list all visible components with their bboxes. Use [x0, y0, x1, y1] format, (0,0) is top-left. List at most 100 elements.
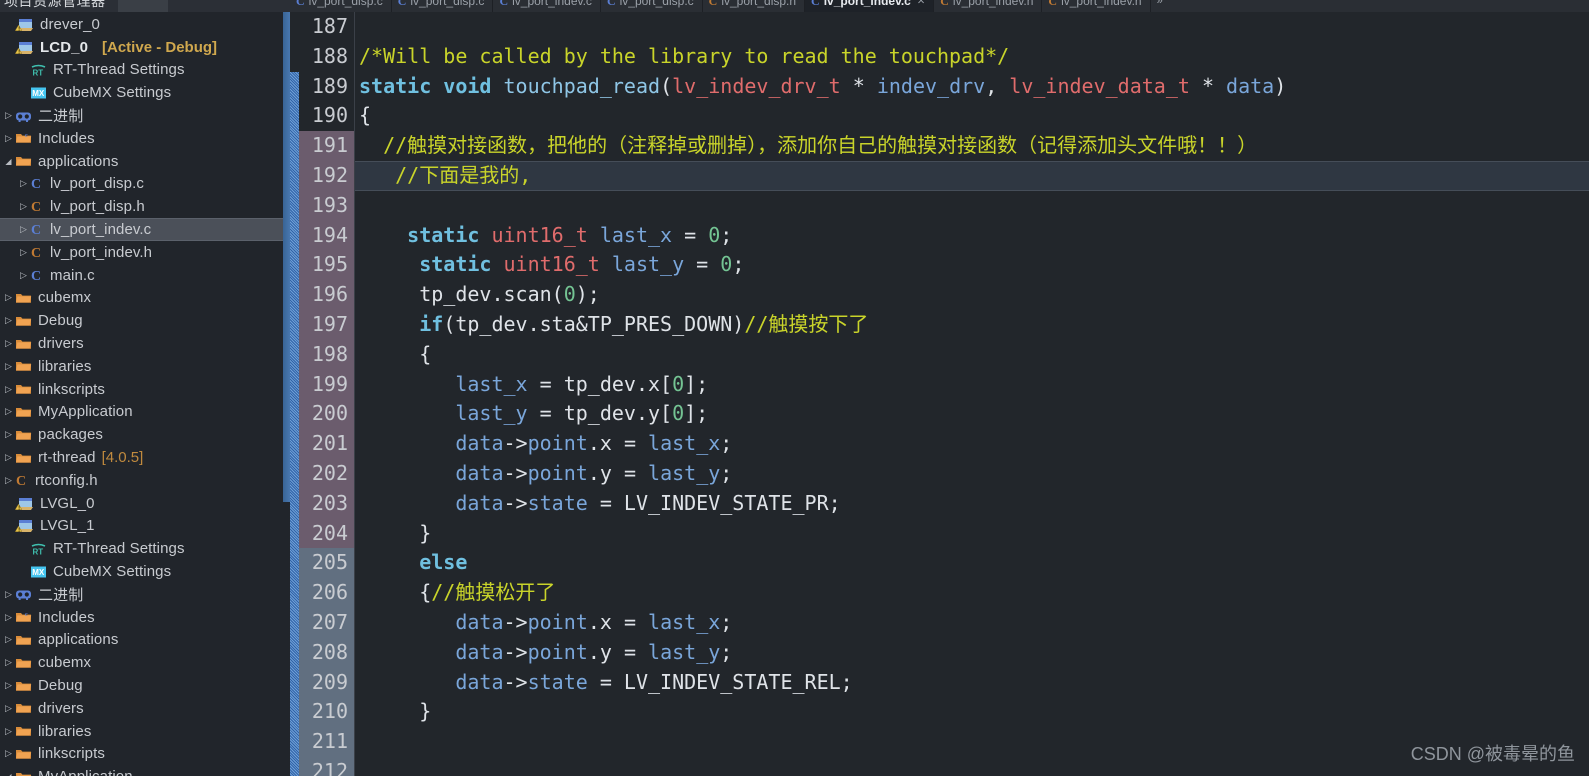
chevron-right-icon[interactable] [2, 681, 15, 690]
line-number[interactable]: 210 [299, 697, 354, 728]
line-number[interactable]: 195 [299, 250, 354, 281]
code-line[interactable]: //触摸对接函数，把他的（注释掉或删掉），添加你自己的触摸对接函数（记得添加头文… [355, 131, 1589, 161]
tree-item-drever-0[interactable]: ! drever_0 [0, 13, 290, 36]
chevron-right-icon[interactable] [2, 362, 15, 371]
sidebar-scrollbar-thumb[interactable] [283, 12, 290, 502]
tree-item-lv-port-disp-c[interactable]: Clv_port_disp.c [0, 173, 290, 196]
tree-item-drivers[interactable]: drivers [0, 697, 290, 720]
line-number[interactable]: 201 [299, 429, 354, 459]
chevron-right-icon[interactable] [2, 590, 15, 599]
tree-item-libraries[interactable]: libraries [0, 355, 290, 378]
tree-item-lvgl-0[interactable]: ! LVGL_0 [0, 492, 290, 515]
code-line[interactable]: /*Will be called by the library to read … [355, 42, 1589, 72]
code-line[interactable] [355, 12, 1589, 42]
editor-tab-lv_port_indev-c[interactable]: Clv_port_indev.c ✕ [805, 0, 935, 12]
line-number[interactable]: 202 [299, 458, 354, 489]
code-line[interactable]: { [355, 340, 1589, 370]
chevron-right-icon[interactable] [2, 407, 15, 416]
chevron-down-icon[interactable] [2, 772, 15, 776]
line-number[interactable]: 193 [299, 190, 354, 221]
code-line[interactable]: last_x = tp_dev.x[0]; [355, 370, 1589, 400]
code-line[interactable]: {//触摸松开了 [355, 578, 1589, 608]
line-number[interactable]: 188 [299, 42, 354, 72]
code-line[interactable]: if(tp_dev.sta&TP_PRES_DOWN)//触摸按下了 [355, 310, 1589, 340]
editor-tab-lv_port_disp-c[interactable]: Clv_port_disp.c [290, 0, 392, 12]
line-number[interactable]: 192 [299, 160, 354, 191]
line-number[interactable]: 198 [299, 339, 354, 370]
code-text-area[interactable]: /*Will be called by the library to read … [354, 12, 1589, 776]
chevron-right-icon[interactable] [2, 134, 15, 143]
code-line[interactable]: data->point.y = last_y; [355, 638, 1589, 668]
project-tree[interactable]: ! drever_0! LCD_0 [Active - Debug] RT RT-Thre… [0, 12, 290, 776]
tree-item-myapplication[interactable]: MyApplication [0, 401, 290, 424]
line-number[interactable]: 187 [299, 12, 354, 42]
code-line[interactable] [355, 727, 1589, 757]
code-line[interactable]: static uint16_t last_y = 0; [355, 250, 1589, 280]
tree-item-cubemx[interactable]: cubemx [0, 287, 290, 310]
line-number-gutter[interactable]: 187 188 189 190 191 192 193 194 195 196 197 198 199 2… [299, 12, 354, 776]
tree-item-packages[interactable]: packages [0, 423, 290, 446]
chevron-right-icon[interactable] [2, 316, 15, 325]
line-number[interactable]: 204 [299, 518, 354, 549]
chevron-right-icon[interactable] [2, 635, 15, 644]
line-number[interactable]: 208 [299, 637, 354, 668]
chevron-right-icon[interactable] [17, 179, 30, 188]
chevron-right-icon[interactable] [2, 111, 15, 120]
chevron-right-icon[interactable] [2, 476, 15, 485]
line-number[interactable]: 212 [299, 756, 354, 776]
tree-item-[interactable]: 二进制 [0, 583, 290, 606]
editor-tab-lv_port_indev-c[interactable]: Clv_port_indev.c [493, 0, 601, 12]
line-number[interactable]: 205 [299, 548, 354, 579]
line-number[interactable]: 190 [299, 101, 354, 131]
line-number[interactable]: 199 [299, 369, 354, 400]
tree-item-lcd-0[interactable]: ! LCD_0 [Active - Debug] [0, 36, 290, 59]
chevron-right-icon[interactable] [2, 430, 15, 439]
tree-item-applications[interactable]: applications [0, 629, 290, 652]
tree-item-rt-thread-settings[interactable]: RT RT-Thread Settings [0, 59, 290, 82]
tree-item-applications[interactable]: applications [0, 150, 290, 173]
line-number[interactable]: 194 [299, 220, 354, 251]
code-line[interactable]: } [355, 697, 1589, 727]
tree-item-drivers[interactable]: drivers [0, 332, 290, 355]
tree-item-cubemx-settings[interactable]: MX CubeMX Settings [0, 560, 290, 583]
panel-tab-chip[interactable] [118, 0, 168, 12]
close-icon[interactable]: ✕ [917, 0, 925, 7]
code-line[interactable]: data->point.x = last_x; [355, 608, 1589, 638]
tree-item-debug[interactable]: Debug [0, 674, 290, 697]
tree-item-rt-thread[interactable]: rt-thread [4.0.5] [0, 446, 290, 469]
code-line[interactable] [355, 757, 1589, 776]
code-line[interactable]: tp_dev.scan(0); [355, 280, 1589, 310]
tree-item-lv-port-disp-h[interactable]: Clv_port_disp.h [0, 195, 290, 218]
tree-item-lv-port-indev-h[interactable]: Clv_port_indev.h [0, 241, 290, 264]
line-number[interactable]: 189 [299, 72, 354, 102]
chevron-right-icon[interactable] [17, 225, 30, 234]
code-line[interactable]: last_y = tp_dev.y[0]; [355, 399, 1589, 429]
tree-item-cubemx-settings[interactable]: MX CubeMX Settings [0, 81, 290, 104]
chevron-right-icon[interactable] [2, 339, 15, 348]
code-line[interactable]: data->state = LV_INDEV_STATE_REL; [355, 668, 1589, 698]
tree-item-linkscripts[interactable]: linkscripts [0, 743, 290, 766]
tree-item-main-c[interactable]: Cmain.c [0, 264, 290, 287]
code-line[interactable]: static void touchpad_read(lv_indev_drv_t… [355, 72, 1589, 102]
tree-item-includes[interactable]: c Includes [0, 127, 290, 150]
code-line[interactable]: data->point.x = last_x; [355, 429, 1589, 459]
chevron-right-icon[interactable] [2, 727, 15, 736]
chevron-right-icon[interactable] [2, 385, 15, 394]
editor-tab-lv_port_disp-c[interactable]: Clv_port_disp.c [600, 0, 703, 12]
editor-tab-bar[interactable]: Clv_port_disp.c Clv_port_disp.c Clv_port_i… [290, 0, 1589, 12]
line-number[interactable]: 191 [299, 131, 354, 161]
code-line[interactable]: } [355, 519, 1589, 549]
code-line[interactable] [355, 191, 1589, 221]
chevron-right-icon[interactable] [2, 704, 15, 713]
line-number[interactable]: 206 [299, 578, 354, 608]
line-number[interactable]: 207 [299, 607, 354, 638]
tree-item-libraries[interactable]: libraries [0, 720, 290, 743]
line-number[interactable]: 197 [299, 309, 354, 340]
code-line[interactable]: { [355, 101, 1589, 131]
editor-tabs-overflow-button[interactable]: » [1150, 0, 1169, 12]
editor-tab-lv_port_indev-h[interactable]: Clv_port_indev.h [1042, 0, 1151, 12]
tree-item-rt-thread-settings[interactable]: RT RT-Thread Settings [0, 537, 290, 560]
code-line[interactable]: static uint16_t last_x = 0; [355, 221, 1589, 251]
chevron-right-icon[interactable] [2, 613, 15, 622]
tree-item-cubemx[interactable]: cubemx [0, 651, 290, 674]
